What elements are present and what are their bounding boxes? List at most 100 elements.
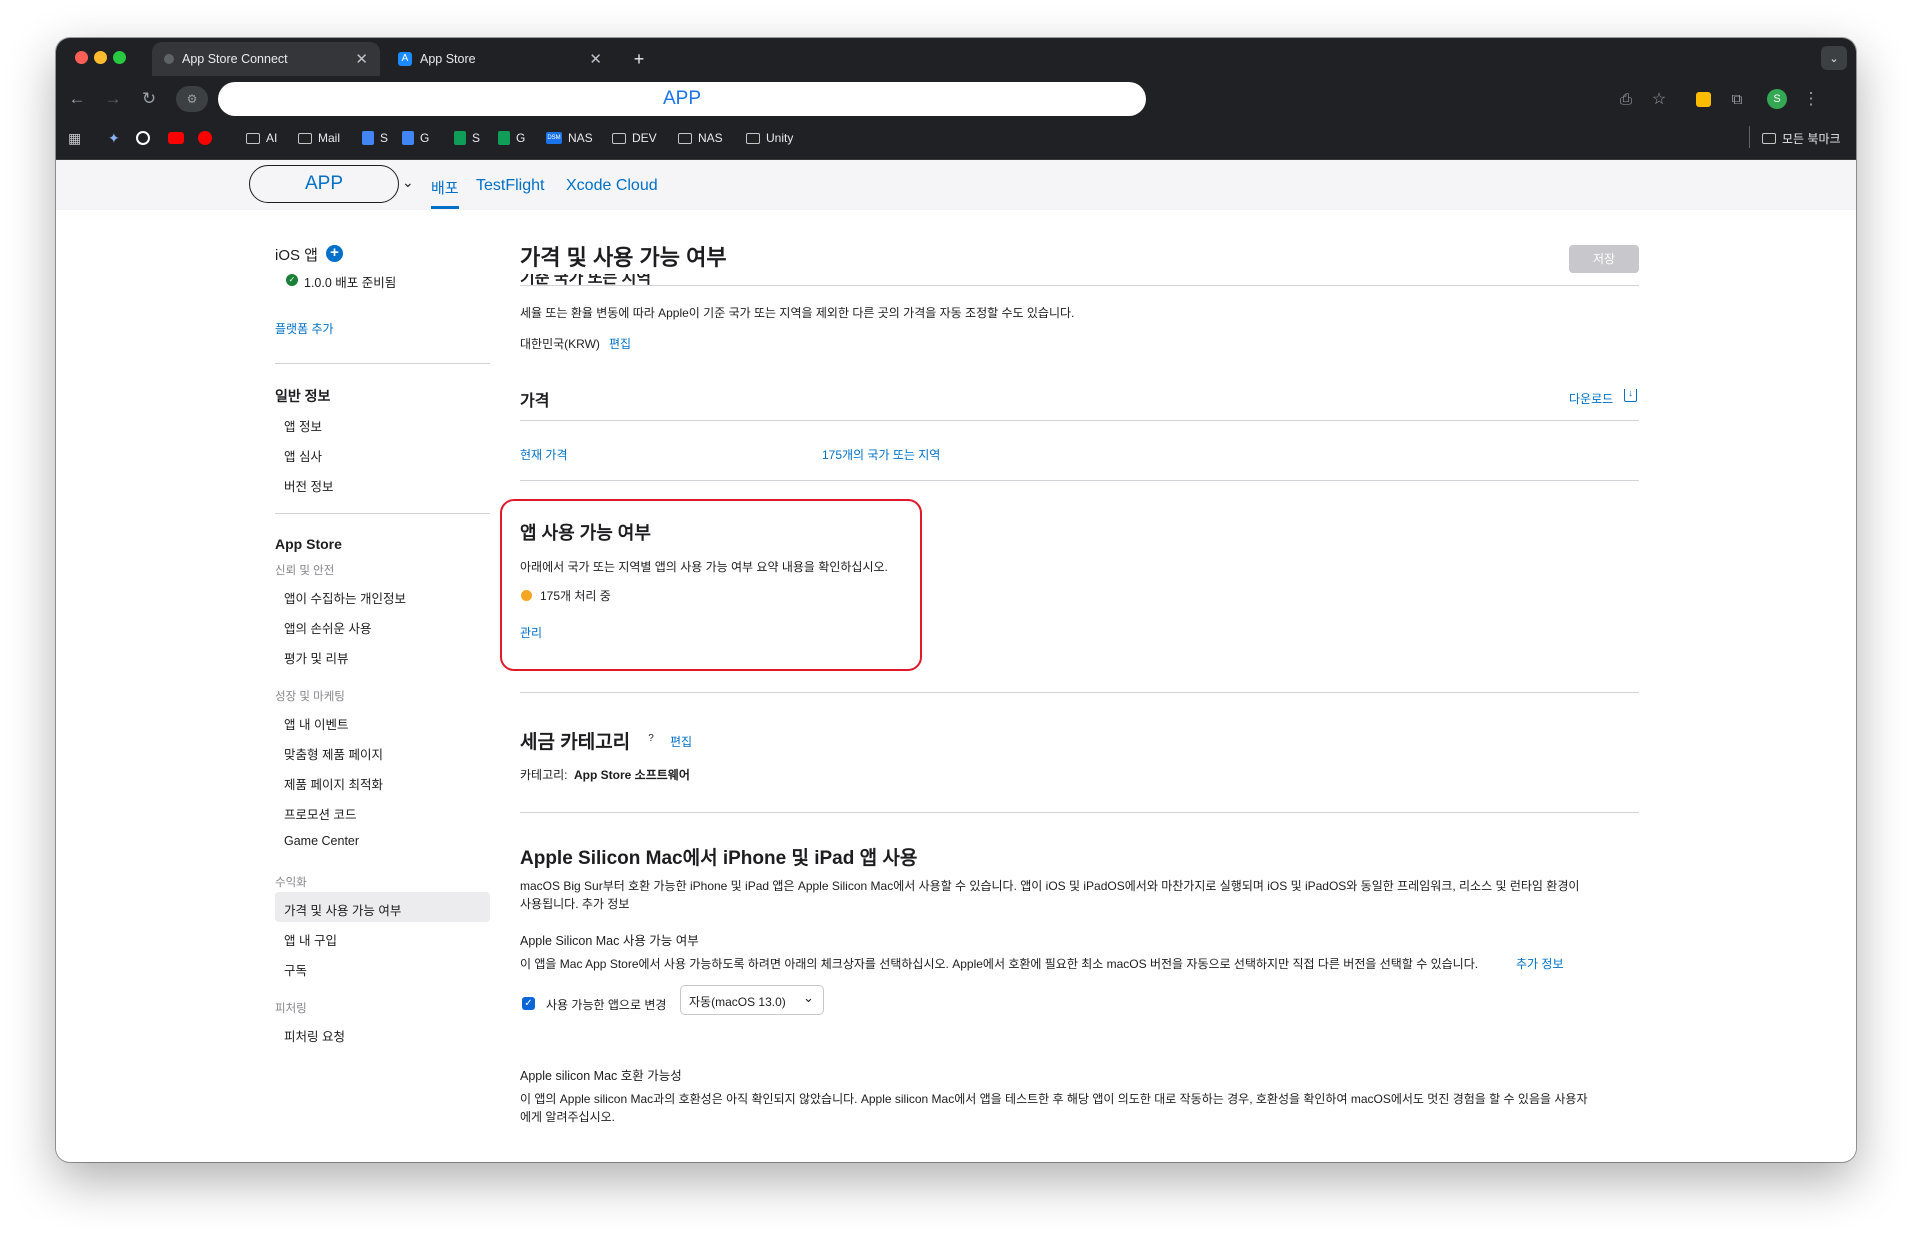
growth-marketing-label: 성장 및 마케팅 bbox=[275, 691, 345, 703]
bookmark-label: AI bbox=[266, 131, 278, 145]
save-button[interactable]: 저장 bbox=[1569, 245, 1639, 273]
maximize-window-button[interactable] bbox=[113, 51, 126, 64]
bookmark-nas[interactable]: DSM NAS bbox=[546, 128, 593, 148]
sidebar-item-accessibility[interactable]: 앱의 손쉬운 사용 bbox=[284, 618, 371, 637]
help-icon[interactable]: ? bbox=[644, 732, 658, 746]
sidebar-item-featuring-request[interactable]: 피처링 요청 bbox=[284, 1026, 345, 1045]
current-price-link[interactable]: 현재 가격 bbox=[520, 446, 568, 463]
macos-version-select[interactable]: 자동(macOS 13.0) ⌄ bbox=[680, 985, 824, 1015]
sidebar-item-subscriptions[interactable]: 구독 bbox=[284, 960, 307, 979]
app-header: APP ⌄ 배포 TestFlight Xcode Cloud bbox=[56, 160, 1856, 210]
sidebar-item-page-optimization[interactable]: 제품 페이지 최적화 bbox=[284, 774, 383, 793]
bookmark-label: G bbox=[516, 131, 526, 145]
add-platform-link[interactable]: 플랫폼 추가 bbox=[275, 320, 334, 337]
price-bottom-divider bbox=[520, 480, 1639, 481]
install-app-icon[interactable]: ⎙ bbox=[1613, 86, 1639, 112]
bookmark-label: Mail bbox=[318, 131, 341, 145]
minimize-window-button[interactable] bbox=[94, 51, 107, 64]
close-tab-icon[interactable]: ✕ bbox=[589, 50, 602, 68]
tax-edit-link[interactable]: 편집 bbox=[670, 733, 692, 750]
all-bookmarks[interactable]: 모든 북마크 bbox=[1762, 128, 1841, 148]
back-icon[interactable]: ← bbox=[64, 86, 90, 112]
chevron-down-icon: ⌄ bbox=[803, 990, 814, 1005]
base-country-value: 대한민국(KRW) bbox=[520, 337, 600, 351]
mac-description-line2: 사용됩니다. 추가 정보 bbox=[520, 897, 630, 911]
page-title: 가격 및 사용 가능 여부 bbox=[520, 245, 727, 270]
compatibility-description-line1: 이 앱의 Apple silicon Mac과의 호환성은 아직 확인되지 않았… bbox=[520, 1092, 1588, 1106]
app-name-oval[interactable]: APP bbox=[249, 165, 399, 203]
extension-icon[interactable] bbox=[1695, 91, 1711, 107]
macos-version-value: 자동(macOS 13.0) bbox=[689, 995, 786, 1009]
circle-app-icon[interactable] bbox=[136, 128, 150, 148]
manage-link[interactable]: 관리 bbox=[520, 624, 542, 641]
version-status[interactable]: 1.0.0 배포 준비됨 bbox=[304, 272, 396, 291]
bookmark-folder-mail[interactable]: Mail bbox=[298, 128, 340, 148]
bookmark-label: S bbox=[472, 131, 481, 145]
sidebar-item-app-info[interactable]: 앱 정보 bbox=[284, 416, 322, 435]
tab-title: App Store Connect bbox=[182, 52, 288, 66]
youtube-icon[interactable] bbox=[168, 128, 184, 148]
gemini-icon[interactable]: ✦ bbox=[108, 128, 120, 148]
sidebar-item-events[interactable]: 앱 내 이벤트 bbox=[284, 714, 348, 733]
chevron-down-icon[interactable]: ⌄ bbox=[402, 174, 414, 191]
tab-search-icon[interactable]: ⌄ bbox=[1821, 46, 1847, 70]
mac-availability-checkbox[interactable]: ✓ bbox=[522, 997, 535, 1010]
bookmark-folder-nas[interactable]: NAS bbox=[678, 128, 723, 148]
bookmark-star-icon[interactable]: ☆ bbox=[1646, 86, 1672, 112]
forward-icon[interactable]: → bbox=[100, 86, 126, 112]
tab-title: App Store bbox=[420, 52, 476, 66]
profile-avatar[interactable]: S bbox=[1767, 89, 1787, 109]
docs-icon bbox=[362, 131, 374, 145]
add-platform-plus-icon[interactable]: + bbox=[326, 245, 343, 262]
page-content: iOS 앱 + ✓ 1.0.0 배포 준비됨 플랫폼 추가 일반 정보 앱 정보… bbox=[56, 210, 1856, 1162]
tab-distribution[interactable]: 배포 bbox=[431, 177, 459, 198]
compatibility-title: Apple silicon Mac 호환 가능성 bbox=[520, 1069, 682, 1083]
bookmark-docs-g[interactable]: G bbox=[402, 128, 429, 148]
new-tab-icon[interactable]: + bbox=[626, 46, 652, 72]
sidebar-item-version-info[interactable]: 버전 정보 bbox=[284, 476, 333, 495]
more-info-link[interactable]: 추가 정보 bbox=[1516, 955, 1564, 972]
close-tab-icon[interactable]: ✕ bbox=[355, 50, 368, 68]
tab-app-store-connect[interactable]: App Store Connect ✕ bbox=[152, 42, 380, 76]
countries-link[interactable]: 175개의 국가 또는 지역 bbox=[822, 446, 940, 463]
sidebar-item-privacy[interactable]: 앱이 수집하는 개인정보 bbox=[284, 588, 406, 607]
extensions-puzzle-icon[interactable]: ⧉ bbox=[1724, 86, 1750, 112]
youtube-music-icon[interactable] bbox=[198, 128, 212, 148]
availability-divider bbox=[520, 692, 1639, 693]
address-bar[interactable]: APP bbox=[218, 82, 1146, 116]
tab-testflight[interactable]: TestFlight bbox=[476, 177, 544, 195]
bookmark-folder-ai[interactable]: AI bbox=[246, 128, 277, 148]
bookmark-label: NAS bbox=[698, 131, 723, 145]
browser-window: App Store Connect ✕ A App Store ✕ + ⌄ ← … bbox=[56, 38, 1856, 1162]
sidebar-item-in-app-purchases[interactable]: 앱 내 구입 bbox=[284, 930, 337, 949]
bookmark-label: S bbox=[380, 131, 389, 145]
bookmark-sheets-g[interactable]: G bbox=[498, 128, 525, 148]
site-info-icon[interactable]: ⚙ bbox=[176, 86, 208, 112]
download-link[interactable]: 다운로드 bbox=[1569, 390, 1613, 407]
base-country-heading: 기준 국가 또는 지역 bbox=[520, 274, 652, 285]
folder-icon bbox=[678, 132, 692, 144]
apps-grid-icon[interactable]: ▦ bbox=[68, 128, 81, 148]
sidebar-item-app-review[interactable]: 앱 심사 bbox=[284, 446, 322, 465]
price-title: 가격 bbox=[520, 393, 550, 410]
tab-xcode-cloud[interactable]: Xcode Cloud bbox=[566, 177, 658, 195]
sidebar-item-pricing[interactable]: 가격 및 사용 가능 여부 bbox=[284, 900, 401, 919]
bookmark-docs-s[interactable]: S bbox=[362, 128, 388, 148]
sidebar-item-promo-codes[interactable]: 프로모션 코드 bbox=[284, 804, 356, 823]
reload-icon[interactable]: ↻ bbox=[136, 86, 162, 112]
bookmark-label: 모든 북마크 bbox=[1782, 131, 1841, 146]
sidebar-item-ratings[interactable]: 평가 및 리뷰 bbox=[284, 648, 348, 667]
base-country-edit-link[interactable]: 편집 bbox=[609, 335, 631, 352]
sheets-icon bbox=[498, 131, 510, 145]
general-info-title: 일반 정보 bbox=[275, 388, 331, 404]
close-window-button[interactable] bbox=[75, 51, 88, 64]
bookmark-folder-unity[interactable]: Unity bbox=[746, 128, 793, 148]
mac-section-title: Apple Silicon Mac에서 iPhone 및 iPad 앱 사용 bbox=[520, 848, 918, 869]
bookmark-folder-dev[interactable]: DEV bbox=[612, 128, 657, 148]
sidebar-item-game-center[interactable]: Game Center bbox=[284, 834, 359, 848]
menu-kebab-icon[interactable]: ⋮ bbox=[1798, 86, 1824, 112]
bookmark-sheets-s[interactable]: S bbox=[454, 128, 480, 148]
download-icon[interactable]: ↓ bbox=[1624, 389, 1637, 402]
tab-app-store[interactable]: A App Store ✕ bbox=[386, 42, 614, 76]
sidebar-item-custom-pages[interactable]: 맞춤형 제품 페이지 bbox=[284, 744, 383, 763]
